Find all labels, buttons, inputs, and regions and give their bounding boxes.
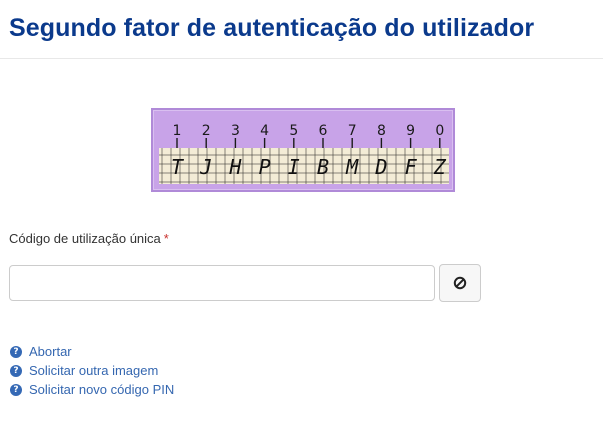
grid-letter: Z: [433, 155, 447, 179]
page-title: Segundo fator de autenticação do utiliza…: [9, 14, 535, 42]
grid-number: 2: [202, 123, 211, 139]
request-new-pin-link[interactable]: ? Solicitar novo código PIN: [10, 380, 174, 399]
help-circle-icon: ?: [10, 345, 22, 358]
grid-number-row: 1 2 3 4 5 6 7 8 9 0: [173, 123, 444, 148]
otp-label: Código de utilização única *: [9, 231, 169, 246]
abort-link-text[interactable]: Abortar: [29, 344, 72, 359]
grid-number: 9: [406, 123, 415, 139]
grid-letter: M: [345, 155, 359, 179]
grid-letter: P: [259, 155, 271, 179]
request-another-image-link[interactable]: ? Solicitar outra imagem: [10, 361, 174, 380]
request-another-image-link-text[interactable]: Solicitar outra imagem: [29, 363, 158, 378]
grid-letter: J: [199, 155, 212, 179]
request-new-pin-link-text[interactable]: Solicitar novo código PIN: [29, 382, 174, 397]
cancel-icon: [453, 276, 467, 290]
otp-label-text: Código de utilização única: [9, 231, 161, 246]
grid-number: 3: [231, 123, 240, 139]
otp-input[interactable]: [9, 265, 435, 301]
grid-letter: H: [228, 155, 242, 179]
page: Segundo fator de autenticação do utiliza…: [0, 0, 603, 437]
help-circle-icon: ?: [10, 364, 22, 377]
grid-number: 0: [435, 123, 444, 139]
grid-number: 1: [173, 123, 182, 139]
help-links: ? Abortar ? Solicitar outra imagem ? Sol…: [10, 342, 174, 399]
grid-number: 4: [260, 123, 269, 139]
required-marker: *: [163, 231, 169, 246]
abort-link[interactable]: ? Abortar: [10, 342, 174, 361]
grid-letter: F: [405, 155, 418, 179]
grid-number: 6: [319, 123, 328, 139]
grid-number: 8: [377, 123, 386, 139]
grid-number: 5: [289, 123, 298, 139]
grid-letter: T: [171, 155, 185, 179]
grid-letter: B: [317, 155, 329, 179]
grid-letter: D: [374, 155, 387, 179]
grid-number: 7: [348, 123, 357, 139]
clear-button[interactable]: [439, 264, 481, 302]
help-circle-icon: ?: [10, 383, 22, 396]
header: Segundo fator de autenticação do utiliza…: [0, 0, 603, 59]
grid-graphic: 1 2 3 4 5 6 7 8 9 0 TJHPIBMDFZ: [159, 123, 449, 184]
security-grid-image: 1 2 3 4 5 6 7 8 9 0 TJHPIBMDFZ: [151, 108, 455, 192]
grid-letter: I: [288, 155, 300, 179]
